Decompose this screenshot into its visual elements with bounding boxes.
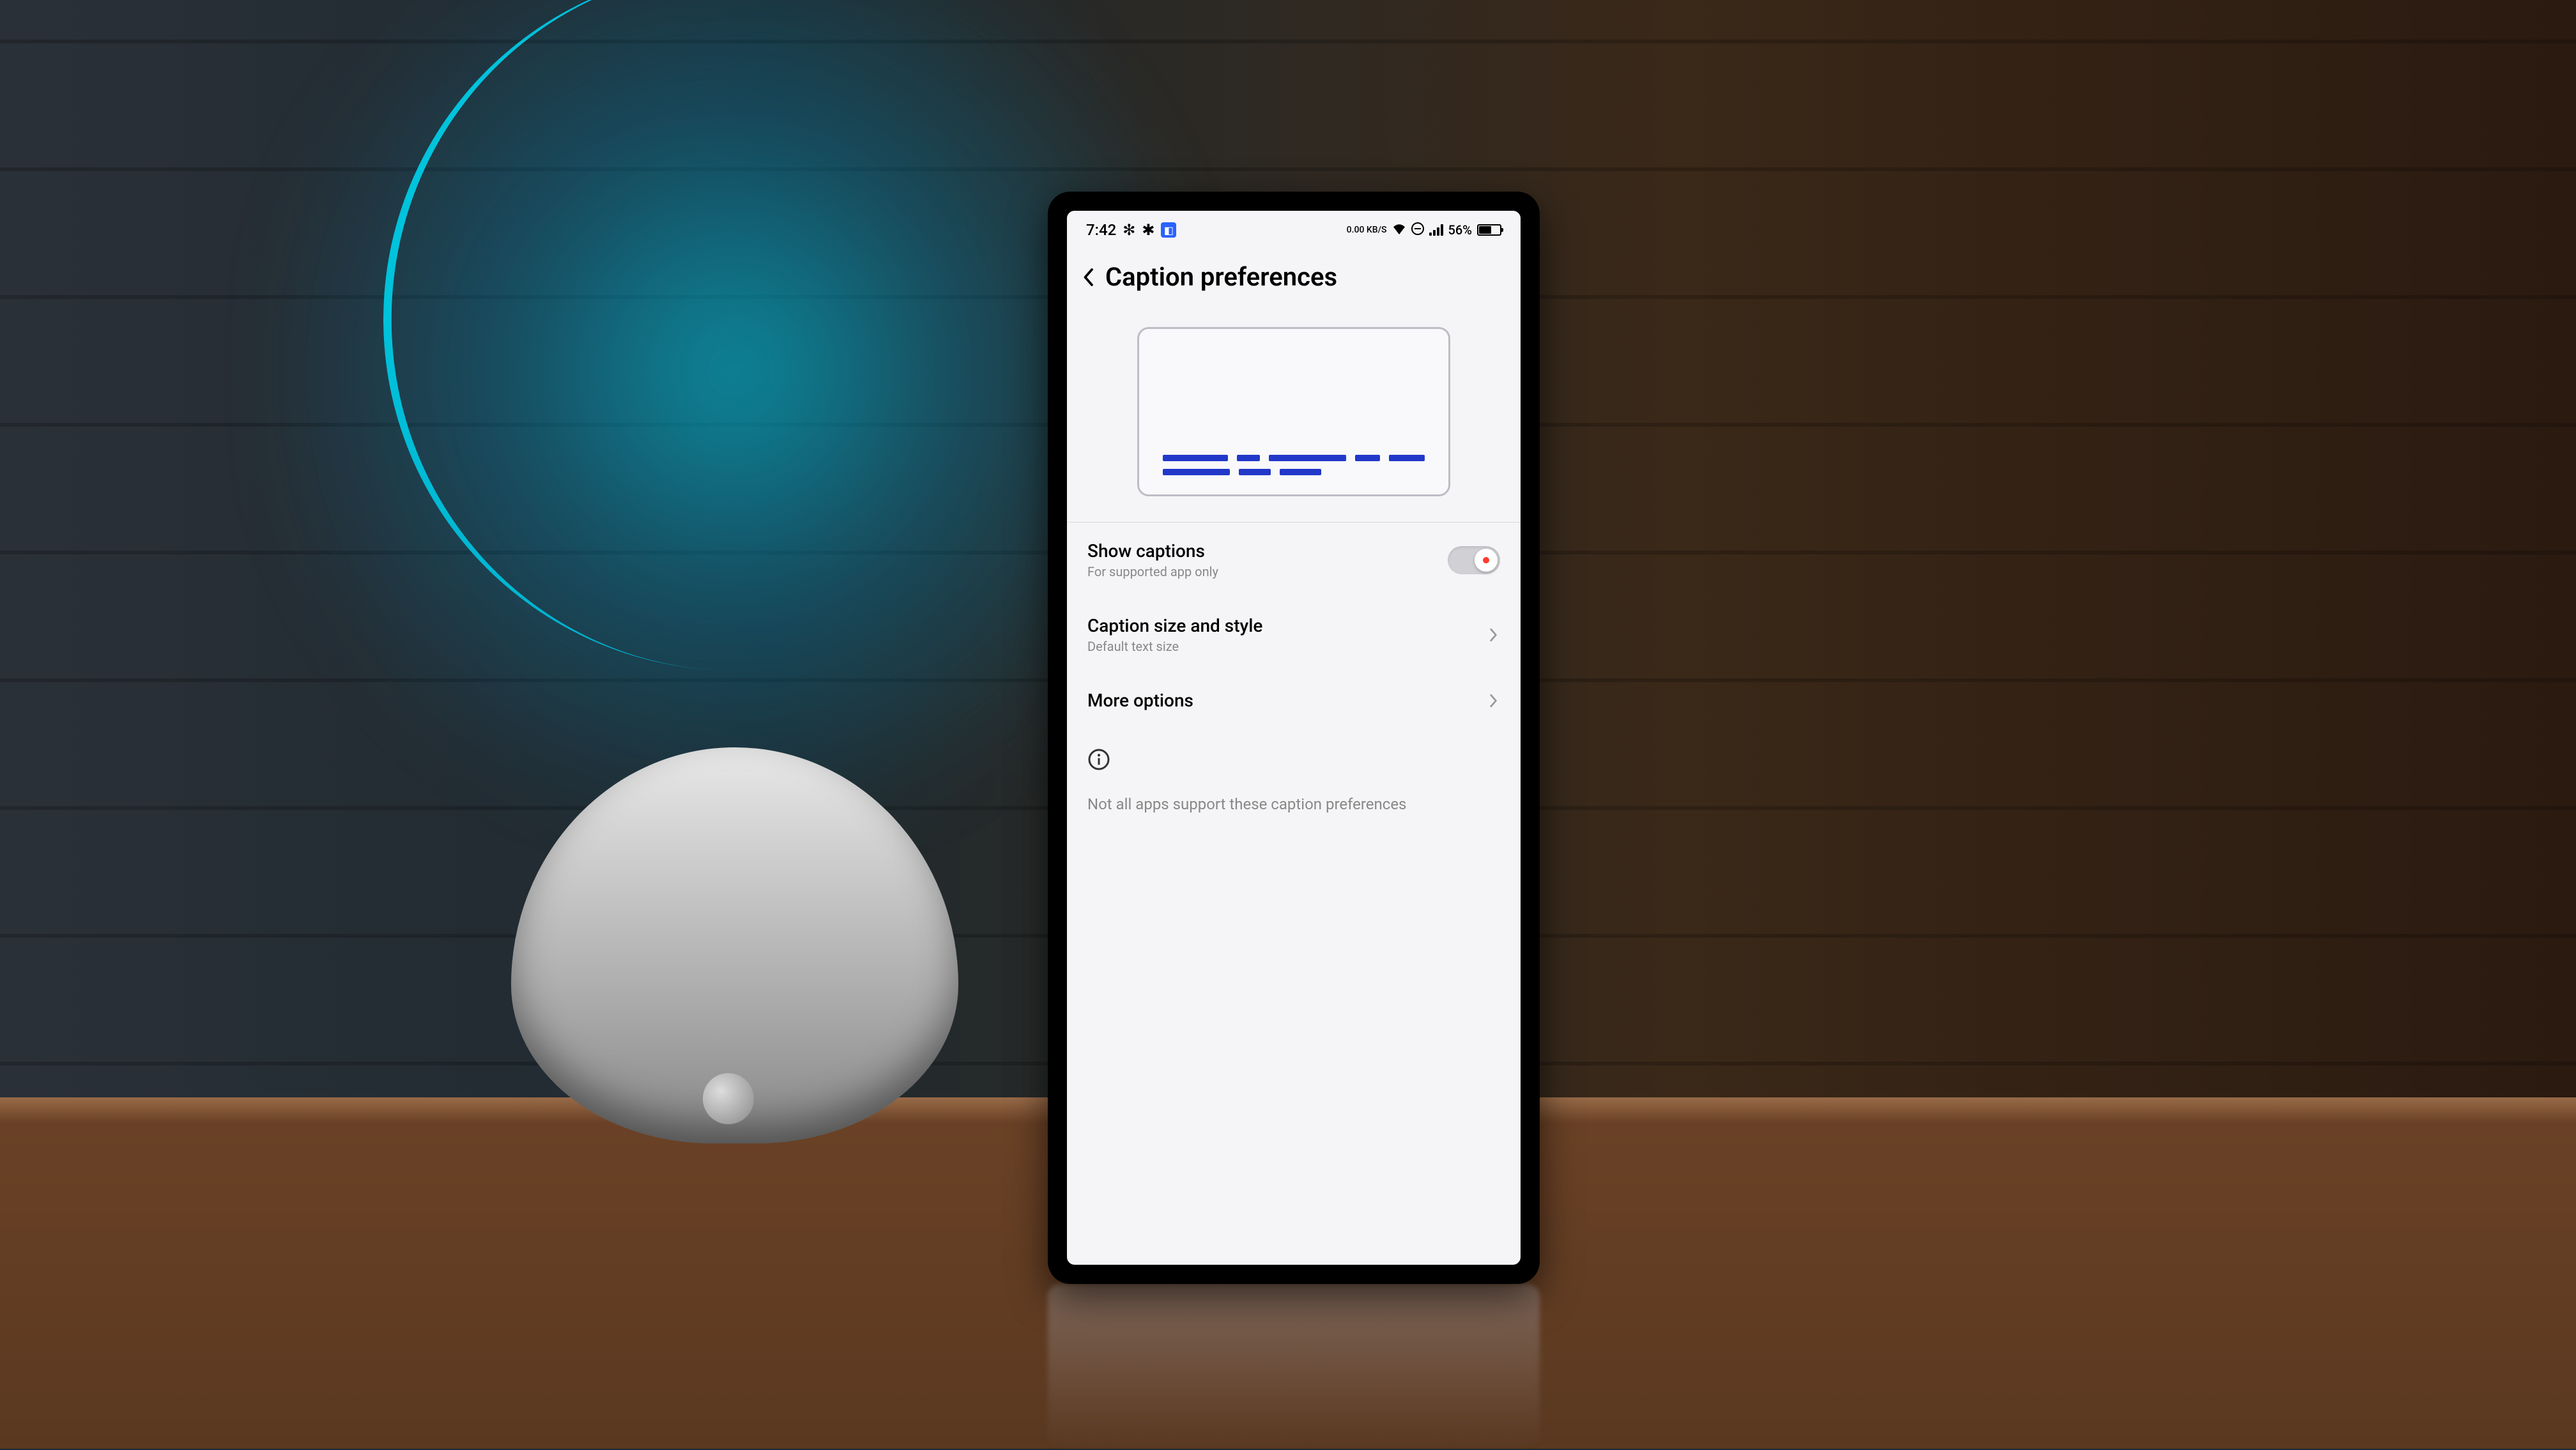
status-time: 7:42 xyxy=(1086,221,1116,239)
chevron-right-icon xyxy=(1486,628,1500,642)
page-title: Caption preferences xyxy=(1105,262,1337,292)
status-app-icon: ◧ xyxy=(1161,222,1176,238)
caption-preview-row xyxy=(1067,308,1521,522)
info-text: Not all apps support these caption prefe… xyxy=(1087,795,1500,813)
bluetooth-icon: ✱ xyxy=(1142,221,1154,239)
more-options-row[interactable]: More options xyxy=(1067,672,1521,729)
status-data-rate: 0.00 KB/S xyxy=(1347,225,1387,234)
more-options-title: More options xyxy=(1087,690,1193,711)
phone-frame: 7:42 ✻ ✱ ◧ 0.00 KB/S 56% xyxy=(1048,192,1540,1284)
back-button[interactable] xyxy=(1080,269,1096,286)
signal-icon xyxy=(1429,224,1443,236)
wifi-icon xyxy=(1392,222,1406,238)
battery-icon xyxy=(1477,224,1501,236)
phone-screen: 7:42 ✻ ✱ ◧ 0.00 KB/S 56% xyxy=(1067,211,1521,1265)
snowflake-icon: ✻ xyxy=(1123,221,1135,239)
caption-style-title: Caption size and style xyxy=(1087,615,1262,636)
phone-reflection xyxy=(1048,1284,1540,1450)
caption-preview-lines xyxy=(1163,455,1425,475)
chevron-right-icon xyxy=(1486,694,1500,708)
show-captions-row[interactable]: Show captions For supported app only xyxy=(1067,523,1521,597)
show-captions-toggle[interactable] xyxy=(1448,546,1500,574)
show-captions-title: Show captions xyxy=(1087,540,1218,561)
caption-style-row[interactable]: Caption size and style Default text size xyxy=(1067,597,1521,672)
page-header: Caption preferences xyxy=(1067,249,1521,308)
info-section: Not all apps support these caption prefe… xyxy=(1067,729,1521,832)
status-bar: 7:42 ✻ ✱ ◧ 0.00 KB/S 56% xyxy=(1067,211,1521,249)
caption-style-subtitle: Default text size xyxy=(1087,639,1262,654)
status-battery-text: 56% xyxy=(1448,222,1472,238)
do-not-disturb-icon xyxy=(1411,222,1424,238)
info-icon xyxy=(1087,748,1110,771)
show-captions-subtitle: For supported app only xyxy=(1087,564,1218,579)
caption-preview-card[interactable] xyxy=(1137,327,1450,496)
